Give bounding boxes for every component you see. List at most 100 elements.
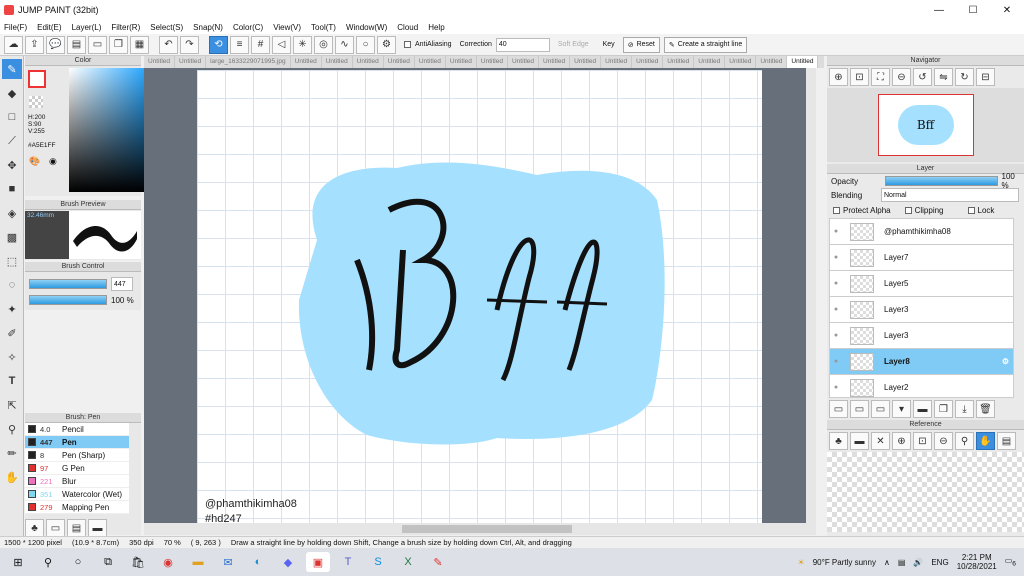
brush-size-slider[interactable]: [29, 279, 107, 289]
edge-icon[interactable]: ◐: [246, 552, 270, 572]
new-layer-8bit-icon[interactable]: ▭: [850, 400, 869, 418]
protect-alpha-checkbox[interactable]: [833, 206, 840, 214]
document-tab[interactable]: large_1633229071995.jpg: [206, 56, 291, 68]
reference-zoom-fit-icon[interactable]: ⊡: [913, 432, 932, 450]
palette-icon[interactable]: 🎨: [29, 156, 40, 167]
skype-icon[interactable]: S: [366, 552, 390, 572]
brush-settings-icon[interactable]: ▤: [67, 519, 86, 537]
document-tab[interactable]: Untitled: [415, 56, 446, 68]
antialias-checkbox[interactable]: [404, 41, 411, 48]
eraser-tool-icon[interactable]: ◆: [2, 83, 22, 103]
excel-icon[interactable]: X: [396, 552, 420, 572]
reference-view[interactable]: [827, 452, 1024, 532]
visibility-icon[interactable]: ●: [830, 384, 842, 391]
language-indicator[interactable]: ENG: [931, 558, 948, 567]
brush-item[interactable]: 221 Blur: [25, 475, 129, 488]
menu-item[interactable]: Select(S): [150, 23, 183, 32]
select-eraser-tool-icon[interactable]: ✧: [2, 347, 22, 367]
snap-circle-icon[interactable]: ◎: [314, 35, 333, 54]
menu-item[interactable]: Tool(T): [311, 23, 336, 32]
menu-item[interactable]: Filter(R): [111, 23, 140, 32]
document-tab[interactable]: Untitled: [353, 56, 384, 68]
brush-tool-icon[interactable]: ✎: [2, 59, 22, 79]
flip-icon[interactable]: ⇋: [934, 68, 953, 86]
text-tool-icon[interactable]: T: [2, 371, 22, 391]
snap-parallel-icon[interactable]: ≡: [230, 35, 249, 54]
menu-item[interactable]: Cloud: [397, 23, 418, 32]
network-icon[interactable]: ▤: [898, 558, 906, 567]
gradient-tool-icon[interactable]: ▩: [2, 227, 22, 247]
snap-curve-icon[interactable]: ∿: [335, 35, 354, 54]
duplicate-layer-icon[interactable]: ❐: [934, 400, 953, 418]
correction-input[interactable]: 40: [495, 37, 550, 52]
reference-close-icon[interactable]: ✕: [871, 432, 890, 450]
merge-layer-icon[interactable]: ⤓: [955, 400, 974, 418]
snap-off-icon[interactable]: ⟲: [209, 35, 228, 54]
teams-icon[interactable]: T: [336, 552, 360, 572]
document-tab[interactable]: Untitled: [446, 56, 477, 68]
weather-icon[interactable]: ☀: [798, 558, 805, 567]
notification-icon[interactable]: ▭6: [1005, 556, 1016, 568]
snap-ellipse-icon[interactable]: ○: [356, 35, 375, 54]
new-layer-icon[interactable]: ▭: [829, 400, 848, 418]
jump-paint-taskbar-icon[interactable]: ▣: [306, 552, 330, 572]
chrome-icon[interactable]: ◉: [156, 552, 180, 572]
reference-eyedropper-icon[interactable]: ⚲: [955, 432, 974, 450]
menu-item[interactable]: Layer(L): [72, 23, 102, 32]
brush-item[interactable]: 351 Watercolor (Wet): [25, 488, 129, 501]
grid-icon[interactable]: ▦: [130, 35, 149, 54]
new-layer-1bit-icon[interactable]: ▭: [871, 400, 890, 418]
document-tab[interactable]: Untitled: [632, 56, 664, 68]
add-brush-icon[interactable]: ♣: [25, 519, 44, 537]
layer-settings-icon[interactable]: ⚙: [1002, 357, 1009, 366]
copy-icon[interactable]: ❐: [109, 35, 128, 54]
new-folder-icon[interactable]: ▬: [913, 400, 932, 418]
menu-item[interactable]: Help: [428, 23, 444, 32]
brush-item[interactable]: 279 Mapping Pen: [25, 501, 129, 514]
undo-icon[interactable]: ↶: [159, 35, 178, 54]
layer-row[interactable]: ● Layer8 ⚙: [830, 349, 1013, 375]
brush-open-icon[interactable]: ▬: [88, 519, 107, 537]
document-tab[interactable]: Untitled: [539, 56, 571, 68]
reference-open-icon[interactable]: ▬: [850, 432, 869, 450]
menu-item[interactable]: Window(W): [346, 23, 387, 32]
search-icon[interactable]: ⚲: [36, 552, 60, 572]
reset-button[interactable]: ⊘ Reset: [622, 36, 660, 53]
eyedropper-tool-icon[interactable]: ⚲: [2, 419, 22, 439]
document-tab[interactable]: Untitled: [144, 56, 176, 68]
mail-icon[interactable]: ✉: [216, 552, 240, 572]
layer-row[interactable]: ● Layer5: [830, 271, 1013, 297]
snap-perspective-icon[interactable]: ◁: [272, 35, 291, 54]
fill-rect-tool-icon[interactable]: ■: [2, 179, 22, 199]
document-tab[interactable]: Untitled: [694, 56, 726, 68]
brush-item[interactable]: 447 Pen: [25, 436, 129, 449]
menu-item[interactable]: View(V): [273, 23, 301, 32]
reference-add-icon[interactable]: ♣: [829, 432, 848, 450]
visibility-icon[interactable]: ●: [830, 228, 842, 235]
file-explorer-icon[interactable]: ▬: [186, 552, 210, 572]
snap-radial-icon[interactable]: ✳: [293, 35, 312, 54]
reference-zoom-in-icon[interactable]: ⊕: [892, 432, 911, 450]
hand-tool-icon[interactable]: ✋: [2, 467, 22, 487]
palette-settings-icon[interactable]: ◉: [49, 156, 57, 167]
layer-opacity-slider[interactable]: [884, 176, 998, 186]
reference-hand-icon[interactable]: ✋: [976, 432, 995, 450]
rotate-left-icon[interactable]: ↺: [913, 68, 932, 86]
document-tab[interactable]: Untitled: [756, 56, 788, 68]
zoom-actual-icon[interactable]: ⛶: [871, 68, 890, 86]
brush-item[interactable]: 97 G Pen: [25, 462, 129, 475]
document-tab[interactable]: Untitled: [291, 56, 322, 68]
magic-wand-tool-icon[interactable]: ✦: [2, 299, 22, 319]
snap-settings-icon[interactable]: ⚙: [377, 35, 396, 54]
brush-item[interactable]: 4.0 Pencil: [25, 423, 129, 436]
visibility-icon[interactable]: ●: [830, 280, 842, 287]
volume-icon[interactable]: 🔊: [913, 558, 923, 567]
select-pen-tool-icon[interactable]: ✐: [2, 323, 22, 343]
weather-text[interactable]: 90°F Partly sunny: [813, 558, 876, 567]
maximize-button[interactable]: ☐: [956, 0, 990, 20]
select-rect-tool-icon[interactable]: ⬚: [2, 251, 22, 271]
menu-item[interactable]: Snap(N): [193, 23, 223, 32]
visibility-icon[interactable]: ●: [830, 254, 842, 261]
minimize-button[interactable]: —: [922, 0, 956, 20]
rotate-right-icon[interactable]: ↻: [955, 68, 974, 86]
